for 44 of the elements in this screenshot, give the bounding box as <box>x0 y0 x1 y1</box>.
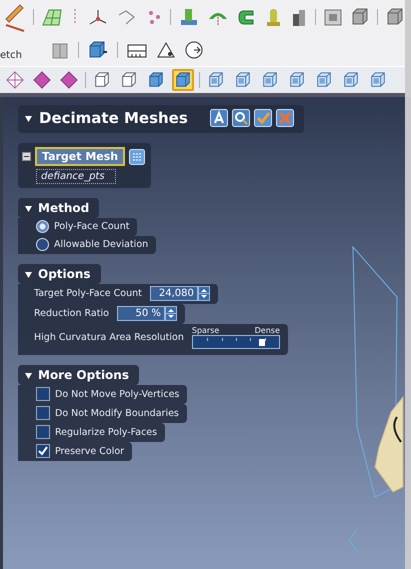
panel-title: Decimate Meshes <box>39 109 188 127</box>
collapse-toggle[interactable] <box>22 152 31 161</box>
options-icon[interactable] <box>129 148 146 164</box>
diamond-outline-button[interactable] <box>4 69 26 91</box>
field-label: Target Poly-Face Count <box>34 288 142 299</box>
spinner-arrows-icon[interactable] <box>198 286 210 301</box>
collapse-triangle-icon[interactable] <box>24 370 33 380</box>
checkbox[interactable] <box>36 444 50 458</box>
section-title: More Options <box>38 368 129 382</box>
cancel-button[interactable] <box>276 109 294 127</box>
section-title: Options <box>38 267 91 281</box>
mesh-icon[interactable] <box>41 6 63 26</box>
checkbox[interactable] <box>36 406 50 420</box>
diamond-button[interactable] <box>58 69 80 91</box>
number-field[interactable]: 50 % <box>116 306 165 321</box>
target-mesh-button[interactable]: Target Mesh <box>35 147 126 166</box>
collapse-triangle-icon[interactable] <box>24 204 33 212</box>
slider-thumb[interactable] <box>258 339 265 346</box>
spinner-arrows-icon[interactable] <box>164 306 177 321</box>
checkbox[interactable] <box>36 387 50 401</box>
ribbon-label[interactable]: etch <box>0 50 22 66</box>
checkbox[interactable] <box>36 425 50 439</box>
shaded-cube-button[interactable] <box>172 69 194 91</box>
diamond-button[interactable] <box>31 69 53 91</box>
number-field[interactable]: 24,080 <box>150 286 198 301</box>
section-title: Method <box>38 201 90 215</box>
extrude-icon[interactable] <box>178 6 200 26</box>
radio-button[interactable] <box>36 238 49 251</box>
preview-button[interactable] <box>232 109 250 127</box>
square-icon[interactable] <box>323 6 343 26</box>
cube-icon[interactable] <box>86 40 109 60</box>
triangle-icon[interactable] <box>156 40 176 60</box>
cube-icon[interactable] <box>350 6 370 26</box>
cube-icon[interactable] <box>385 6 405 26</box>
slider-max-label: Dense <box>254 326 280 335</box>
radio-button[interactable] <box>36 220 49 233</box>
target-mesh-field[interactable]: defiance_pts <box>36 169 116 184</box>
field-label: High Curvatura Area Resolution <box>34 332 184 343</box>
field-label: Reduction Ratio <box>34 308 109 319</box>
collapse-triangle-icon[interactable] <box>24 114 33 122</box>
slider-min-label: Sparse <box>192 326 220 335</box>
help-button[interactable] <box>210 109 228 127</box>
collapse-triangle-icon[interactable] <box>24 270 33 278</box>
slider-track[interactable] <box>192 335 280 349</box>
